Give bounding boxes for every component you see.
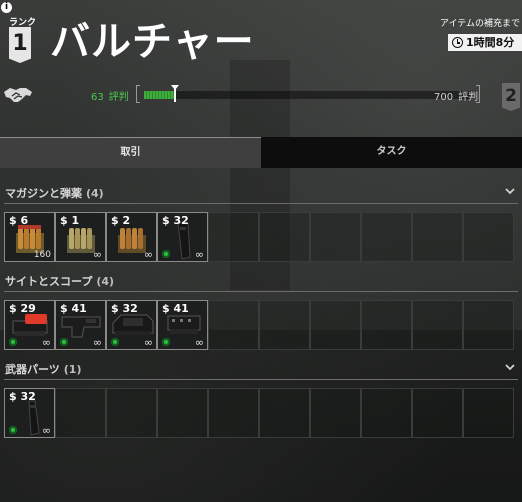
infinite-stock-icon: ∞ [143,336,153,349]
reputation-max-value: 700 [434,92,454,103]
item-slot-sight[interactable]: $ 29 ∞ [4,300,55,350]
empty-slot [412,212,463,262]
section-title-text: マガジンと弾薬 [5,187,82,200]
section-divider [4,379,518,380]
empty-slot [208,388,259,438]
section-header-sights[interactable]: サイトとスコープ (4) [0,270,522,292]
empty-slot [463,388,514,438]
item-slot-ammo[interactable]: $ 6 160 [4,212,55,262]
found-in-raid-icon [111,338,119,346]
section-header-magazines[interactable]: マガジンと弾薬 (4) [0,182,522,204]
rank-badge: 1 [9,27,31,63]
infinite-stock-icon: ∞ [41,336,51,349]
empty-slot [361,300,412,350]
rank-label: ランク [9,18,37,28]
trader-name: バルチャー [50,19,255,65]
reputation-max-label: 評判 [458,92,479,103]
found-in-raid-icon [162,250,170,258]
tab-bar: 取引 タスク [0,137,522,168]
item-price: $ 32 [9,390,36,403]
empty-slot [412,388,463,438]
empty-slot [463,212,514,262]
item-grid-sights: $ 29 ∞ $ 41 ∞ $ 32 ∞ $ 41 ∞ [4,300,521,350]
section-count: (4) [96,275,115,288]
chevron-down-icon[interactable] [505,186,515,196]
found-in-raid-icon [9,338,17,346]
empty-slot [208,212,259,262]
infinite-stock-icon: ∞ [92,336,102,349]
empty-slot [259,388,310,438]
item-slot-magazine[interactable]: $ 32 ∞ [157,212,208,262]
reputation-marker [171,85,179,102]
empty-slot [412,300,463,350]
reputation-max: 700 評判 [434,88,478,103]
bar-bracket-left [136,85,140,103]
restock-timer: 1時間8分 [448,34,522,51]
infinite-stock-icon: ∞ [41,424,51,437]
infinite-stock-icon: ∞ [143,248,153,261]
item-slot-sight[interactable]: $ 41 ∞ [55,300,106,350]
found-in-raid-icon [60,338,68,346]
empty-slot [259,300,310,350]
section-title: サイトとスコープ (4) [5,273,114,289]
item-slot-weapon-part[interactable]: $ 32 ∞ [4,388,55,438]
section-title-text: サイトとスコープ [5,275,93,288]
item-price: $ 32 [111,302,138,315]
item-price: $ 41 [60,302,87,315]
reputation-current: 63 評判 [91,88,129,103]
tab-trade[interactable]: 取引 [0,137,261,168]
section-header-weapon-parts[interactable]: 武器パーツ (1) [0,358,522,380]
item-slot-sight[interactable]: $ 32 ∞ [106,300,157,350]
item-price: $ 29 [9,302,36,315]
item-grid-weapon-parts: $ 32 ∞ [4,388,521,438]
empty-slot [310,300,361,350]
clock-icon [452,37,463,48]
section-count: (4) [86,187,104,200]
section-title-text: 武器パーツ [5,363,60,376]
chevron-down-icon[interactable] [505,362,515,372]
tab-tasks[interactable]: タスク [261,137,522,168]
restock-time: 1時間8分 [466,36,515,49]
reputation-current-value: 63 [91,92,104,103]
section-divider [4,203,518,204]
item-slot-ammo[interactable]: $ 2 ∞ [106,212,157,262]
empty-slot [361,388,412,438]
item-grid-magazines: $ 6 160 $ 1 ∞ $ 2 ∞ $ 32 ∞ [4,212,521,262]
reputation-current-label: 評判 [108,92,129,103]
section-divider [4,291,518,292]
infinite-stock-icon: ∞ [92,248,102,261]
item-slot-sight[interactable]: $ 41 ∞ [157,300,208,350]
empty-slot [55,388,106,438]
item-price: $ 6 [9,214,29,227]
reputation-bar [136,85,480,103]
empty-slot [310,388,361,438]
section-title: 武器パーツ (1) [5,361,82,377]
item-price: $ 1 [60,214,80,227]
reputation-track [144,85,472,102]
empty-slot [259,212,310,262]
empty-slot [208,300,259,350]
section-count: (1) [63,363,82,376]
item-price: $ 2 [111,214,131,227]
item-slot-ammo[interactable]: $ 1 ∞ [55,212,106,262]
restock-label: アイテムの補充まで [439,19,520,29]
empty-slot [157,388,208,438]
infinite-stock-icon: ∞ [194,336,204,349]
empty-slot [310,212,361,262]
empty-slot [106,388,157,438]
found-in-raid-icon [9,426,17,434]
reputation-fill [144,91,174,99]
empty-slot [361,212,412,262]
item-price: $ 41 [162,302,189,315]
info-icon[interactable]: i [1,2,12,13]
infinite-stock-icon: ∞ [194,248,204,261]
item-price: $ 32 [162,214,189,227]
empty-slot [463,300,514,350]
handshake-icon [4,88,32,102]
section-title: マガジンと弾薬 (4) [5,185,104,201]
found-in-raid-icon [162,338,170,346]
next-rank-badge: 2 [502,83,520,111]
item-quantity: 160 [33,250,51,260]
